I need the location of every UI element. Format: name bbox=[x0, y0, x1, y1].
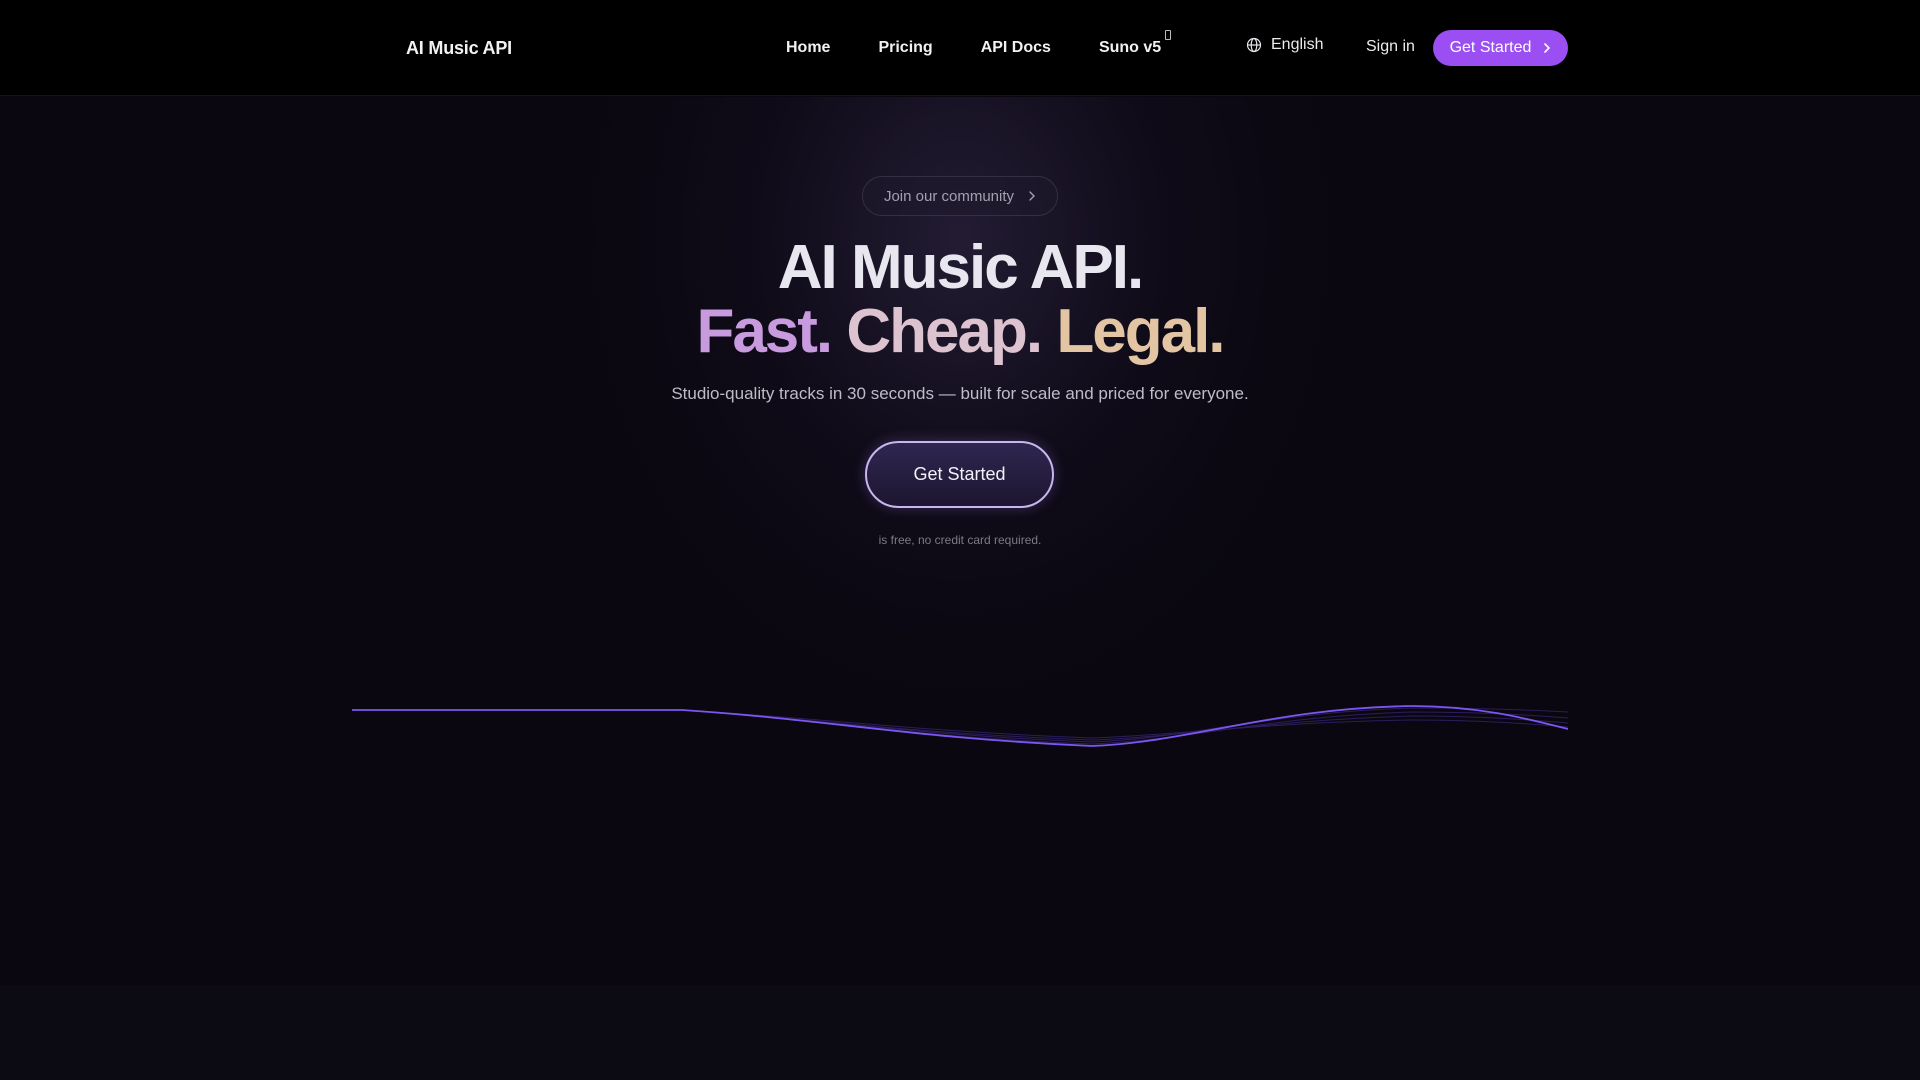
next-section-band bbox=[0, 985, 1920, 1080]
get-started-button-header[interactable]: Get Started bbox=[1433, 30, 1568, 66]
join-community-button[interactable]: Join our community bbox=[862, 176, 1058, 216]
waveform-logo-icon bbox=[361, 35, 390, 61]
hero-title: AI Music API. bbox=[777, 233, 1144, 302]
nav-suno-v5[interactable]: Suno v5 bbox=[1098, 30, 1172, 57]
landing-page: AI Music API Home Pricing API Docs Suno … bbox=[0, 0, 1920, 1080]
nav-home[interactable]: Home bbox=[786, 39, 830, 57]
audio-wave-graphic bbox=[352, 705, 1568, 747]
nav-suno-v5-label: Suno v5 bbox=[1098, 39, 1162, 56]
get-started-button-hero[interactable]: Get Started bbox=[865, 441, 1054, 508]
join-community-label: Join our community bbox=[883, 187, 1015, 205]
external-link-icon bbox=[1165, 30, 1172, 40]
brand-name: AI Music API bbox=[406, 37, 512, 58]
chevron-right-icon bbox=[1029, 191, 1036, 201]
language-label: English bbox=[1271, 36, 1324, 53]
nav-pricing[interactable]: Pricing bbox=[878, 39, 932, 57]
hero-tagline: Fast. Cheap. Legal. bbox=[0, 296, 1920, 368]
get-started-label: Get Started bbox=[1449, 39, 1532, 56]
main-nav: Home Pricing API Docs Suno v5 bbox=[786, 30, 1172, 60]
globe-icon bbox=[1246, 37, 1262, 53]
language-selector[interactable]: English bbox=[1246, 36, 1323, 54]
brand-logo[interactable]: AI Music API bbox=[360, 30, 512, 66]
top-navbar: AI Music API Home Pricing API Docs Suno … bbox=[0, 0, 1920, 96]
hero-subtitle: Studio-quality tracks in 30 seconds — bu… bbox=[671, 384, 1249, 403]
sign-in-link[interactable]: Sign in bbox=[1366, 38, 1415, 56]
hero-cta-label: Get Started bbox=[913, 464, 1006, 484]
tagline-fast: Fast. bbox=[696, 297, 833, 366]
chevron-right-icon bbox=[1544, 43, 1551, 53]
nav-api-docs[interactable]: API Docs bbox=[981, 39, 1051, 57]
tagline-legal: Legal. bbox=[1056, 297, 1225, 366]
free-note: is free, no credit card required. bbox=[878, 533, 1042, 547]
tagline-cheap: Cheap. bbox=[846, 297, 1043, 366]
